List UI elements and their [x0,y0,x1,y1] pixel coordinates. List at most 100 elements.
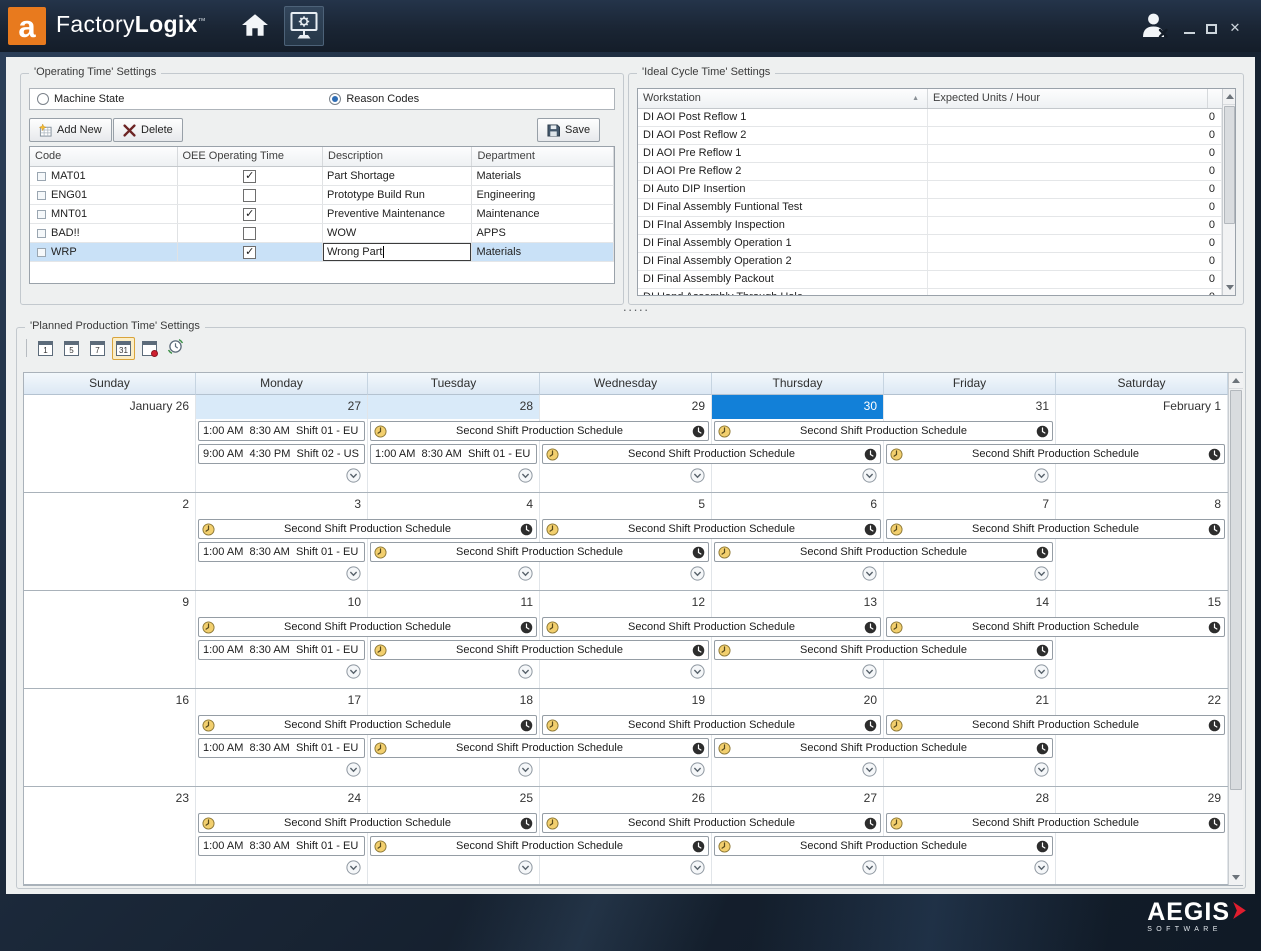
workstation-row[interactable]: DI Final Assembly Operation 20 [638,253,1235,271]
more-events-arrow[interactable] [346,860,361,875]
home-button[interactable] [234,10,276,42]
expected-units-cell[interactable]: 0 [928,199,1222,216]
column-header-description[interactable]: Description [323,147,472,166]
scroll-down-button[interactable] [1229,869,1243,885]
calendar-day-cell[interactable]: 9 [24,591,196,688]
recurring-event[interactable]: Second Shift Production Schedule [370,640,709,660]
workstation-grid-scrollbar[interactable] [1222,89,1236,295]
more-events-arrow[interactable] [1034,664,1049,679]
column-header-department[interactable]: Department [472,147,614,166]
workstation-row[interactable]: DI Auto DIP Insertion0 [638,181,1235,199]
expected-units-cell[interactable]: 0 [928,289,1222,296]
recurring-event[interactable]: Second Shift Production Schedule [714,836,1053,856]
operating-grid-row[interactable]: MAT01✓Part ShortageMaterials [30,167,614,186]
expected-units-cell[interactable]: 0 [928,253,1222,270]
expected-units-cell[interactable]: 0 [928,127,1222,144]
more-events-arrow[interactable] [346,762,361,777]
calendar-day-cell[interactable]: 16 [24,689,196,786]
recurring-event[interactable]: Second Shift Production Schedule [542,813,881,833]
more-events-arrow[interactable] [518,664,533,679]
expected-units-cell[interactable]: 0 [928,271,1222,288]
recurring-event[interactable]: Second Shift Production Schedule [370,836,709,856]
workstation-row[interactable]: DI Hand Assembly Through Hole0 [638,289,1235,296]
expected-units-cell[interactable]: 0 [928,163,1222,180]
row-expander-icon[interactable] [37,229,46,238]
operating-grid-row[interactable]: BAD!!WOWAPPS [30,224,614,243]
more-events-arrow[interactable] [690,762,705,777]
calendar-day-cell[interactable]: 22 [1056,689,1228,786]
scroll-up-button[interactable] [1223,89,1236,105]
row-expander-icon[interactable] [37,248,46,257]
month-view-button[interactable]: 31 [112,337,135,360]
calendar-day-cell[interactable]: 23 [24,787,196,884]
workstation-row[interactable]: DI FInal Assembly Inspection0 [638,217,1235,235]
shift-event[interactable]: 1:00 AM 8:30 AM Shift 01 - EU [198,640,365,660]
expected-units-cell[interactable]: 0 [928,235,1222,252]
more-events-arrow[interactable] [518,860,533,875]
column-header-expected-units[interactable]: Expected Units / Hour [928,89,1208,108]
recurring-event[interactable]: Second Shift Production Schedule [542,444,881,464]
add-new-button[interactable]: Add New [29,118,112,142]
expected-units-cell[interactable]: 0 [928,109,1222,126]
calendar-day-cell[interactable]: January 26 [24,395,196,492]
calendar-day-cell[interactable]: 2 [24,493,196,590]
more-events-arrow[interactable] [862,860,877,875]
oee-checkbox[interactable]: ✓ [243,170,256,183]
recurring-event[interactable]: Second Shift Production Schedule [542,519,881,539]
workstation-row[interactable]: DI AOI Post Reflow 20 [638,127,1235,145]
calendar-scrollbar[interactable] [1228,373,1243,885]
timeline-view-button[interactable] [164,337,187,360]
oee-settings-button[interactable] [284,6,324,46]
expected-units-cell[interactable]: 0 [928,181,1222,198]
delete-button[interactable]: Delete [113,118,183,142]
expected-units-cell[interactable]: 0 [928,145,1222,162]
recurring-event[interactable]: Second Shift Production Schedule [370,738,709,758]
more-events-arrow[interactable] [346,664,361,679]
recurring-event[interactable]: Second Shift Production Schedule [714,542,1053,562]
more-events-arrow[interactable] [1034,566,1049,581]
more-events-arrow[interactable] [346,468,361,483]
expected-units-cell[interactable]: 0 [928,217,1222,234]
workstation-row[interactable]: DI Final Assembly Funtional Test0 [638,199,1235,217]
scrollbar-thumb[interactable] [1224,106,1235,224]
recurring-event[interactable]: Second Shift Production Schedule [198,519,537,539]
shift-event[interactable]: 9:00 AM 4:30 PM Shift 02 - US [198,444,365,464]
shift-event[interactable]: 1:00 AM 8:30 AM Shift 01 - EU [198,542,365,562]
recurring-event[interactable]: Second Shift Production Schedule [198,617,537,637]
row-expander-icon[interactable] [37,210,46,219]
recurring-event[interactable]: Second Shift Production Schedule [714,421,1053,441]
recurring-event[interactable]: Second Shift Production Schedule [370,421,709,441]
maximize-button[interactable] [1203,22,1219,36]
more-events-arrow[interactable] [862,762,877,777]
scroll-down-button[interactable] [1223,279,1236,295]
more-events-arrow[interactable] [862,566,877,581]
shift-event[interactable]: 1:00 AM 8:30 AM Shift 01 - EU [198,421,365,441]
recurring-event[interactable]: Second Shift Production Schedule [198,715,537,735]
more-events-arrow[interactable] [1034,468,1049,483]
work-week-view-button[interactable]: 5 [60,337,83,360]
more-events-arrow[interactable] [518,762,533,777]
recurring-event[interactable]: Second Shift Production Schedule [886,519,1225,539]
more-events-arrow[interactable] [690,468,705,483]
radio-machine-state[interactable]: Machine State [37,93,124,105]
calendar-day-cell[interactable]: 8 [1056,493,1228,590]
more-events-arrow[interactable] [1034,860,1049,875]
recurring-event[interactable]: Second Shift Production Schedule [370,542,709,562]
row-expander-icon[interactable] [37,172,46,181]
calendar-day-cell[interactable]: 15 [1056,591,1228,688]
more-events-arrow[interactable] [518,468,533,483]
recurring-event[interactable]: Second Shift Production Schedule [542,617,881,637]
column-header-workstation[interactable]: Workstation▲ [638,89,928,108]
recurring-event[interactable]: Second Shift Production Schedule [714,640,1053,660]
week-view-button[interactable]: 7 [86,337,109,360]
column-header-code[interactable]: Code [30,147,178,166]
recurring-event[interactable]: Second Shift Production Schedule [886,813,1225,833]
operating-grid-row[interactable]: ENG01Prototype Build RunEngineering [30,186,614,205]
recurring-event[interactable]: Second Shift Production Schedule [198,813,537,833]
workstation-row[interactable]: DI AOI Pre Reflow 10 [638,145,1235,163]
more-events-arrow[interactable] [690,566,705,581]
radio-reason-codes[interactable]: Reason Codes [329,93,419,105]
more-events-arrow[interactable] [862,468,877,483]
recurring-event[interactable]: Second Shift Production Schedule [886,617,1225,637]
calendar-day-cell[interactable]: 29 [1056,787,1228,884]
